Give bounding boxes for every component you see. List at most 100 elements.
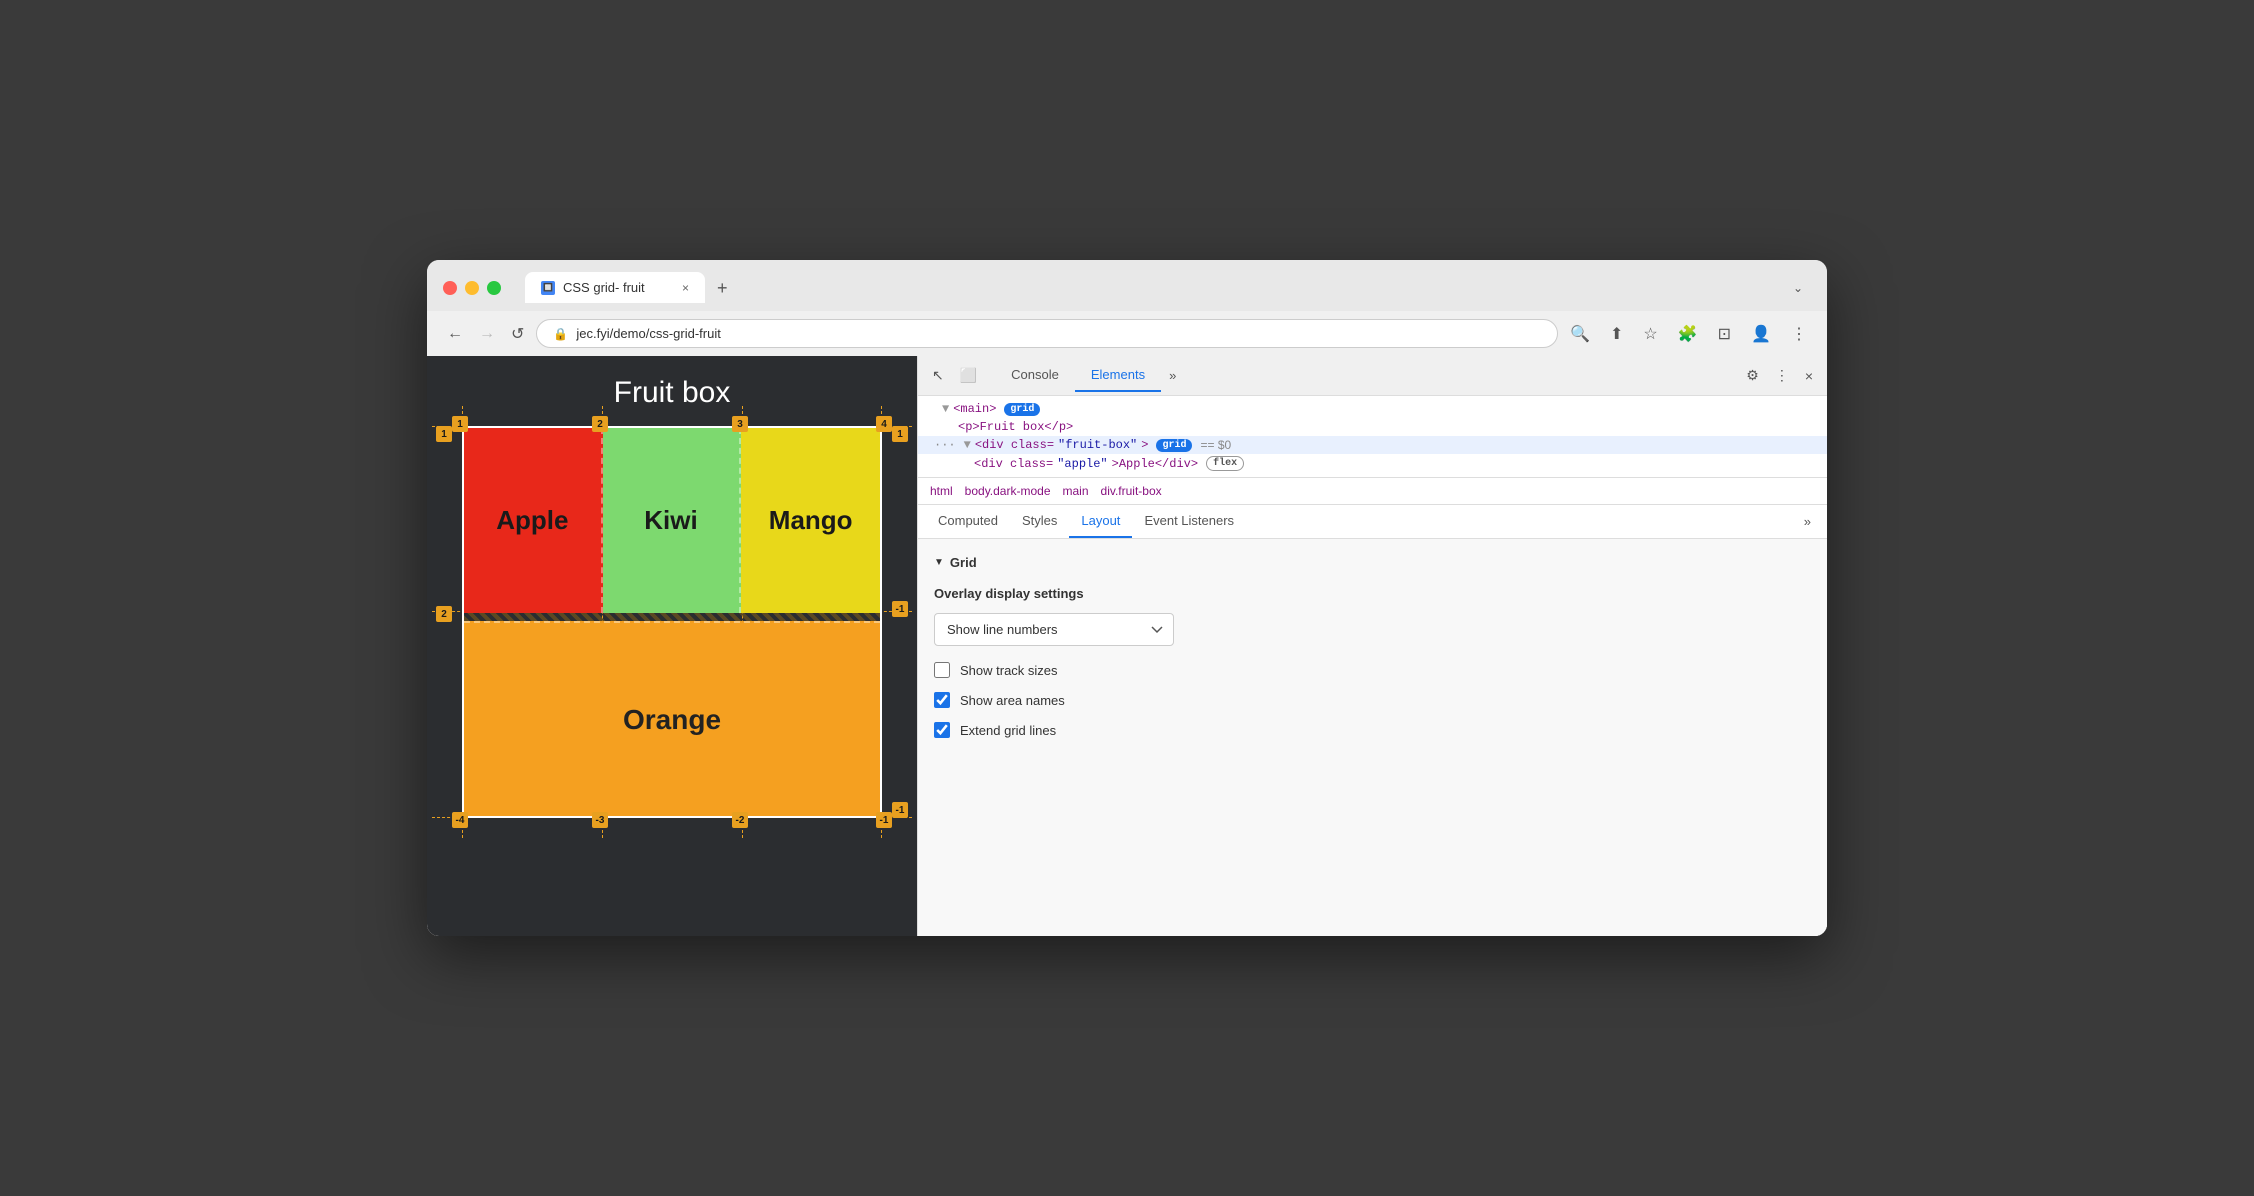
forward-button[interactable]: → bbox=[475, 321, 499, 347]
grid-num-n1-right-mid: -1 bbox=[892, 601, 908, 617]
inspect-element-button[interactable]: ↖ bbox=[926, 361, 950, 390]
apple-label: Apple bbox=[496, 505, 568, 536]
grid-num-1-right: 1 bbox=[892, 426, 908, 442]
orange-label: Orange bbox=[623, 704, 721, 736]
breadcrumb-bar: html body.dark-mode main div.fruit-box bbox=[918, 478, 1827, 505]
fruit-box-grid-badge[interactable]: grid bbox=[1156, 439, 1192, 452]
element-p[interactable]: <p>Fruit box</p> bbox=[918, 418, 1827, 436]
grid-num-n2-bottom: -2 bbox=[732, 812, 748, 828]
main-tag: <main> bbox=[953, 402, 996, 416]
show-track-sizes-row[interactable]: Show track sizes bbox=[934, 662, 1811, 678]
bookmark-button[interactable]: ☆ bbox=[1639, 320, 1661, 348]
computed-tab-label: Computed bbox=[938, 513, 998, 528]
address-text: jec.fyi/demo/css-grid-fruit bbox=[576, 326, 1541, 341]
main-grid-badge[interactable]: grid bbox=[1004, 403, 1040, 416]
address-input[interactable]: 🔒 jec.fyi/demo/css-grid-fruit bbox=[536, 319, 1558, 348]
tab-close-button[interactable]: × bbox=[682, 281, 689, 295]
line-numbers-dropdown[interactable]: Show line numbers Show line names Hide bbox=[934, 613, 1174, 646]
tab-favicon: 🔲 bbox=[541, 281, 555, 295]
gap-hatch bbox=[464, 613, 880, 621]
extend-grid-lines-checkbox[interactable] bbox=[934, 722, 950, 738]
dropdown-row: Show line numbers Show line names Hide bbox=[934, 613, 1811, 646]
breadcrumb-main[interactable]: main bbox=[1059, 482, 1093, 500]
content-area: Fruit box Apple bbox=[427, 356, 1827, 936]
devtools-close-button[interactable]: × bbox=[1799, 362, 1819, 390]
elements-tab-label: Elements bbox=[1091, 367, 1145, 382]
elements-tab[interactable]: Elements bbox=[1075, 359, 1161, 392]
computed-tab[interactable]: Computed bbox=[926, 505, 1010, 538]
browser-window: 🔲 CSS grid- fruit × + ⌄ ← → ↺ 🔒 jec.fyi/… bbox=[427, 260, 1827, 936]
styles-tab[interactable]: Styles bbox=[1010, 505, 1069, 538]
grid-section-header[interactable]: ▼ Grid bbox=[934, 555, 1811, 570]
dots-indicator: ··· bbox=[934, 438, 956, 452]
cast-button[interactable]: ⊡ bbox=[1714, 320, 1735, 348]
layout-panel: ▼ Grid Overlay display settings Show lin… bbox=[918, 539, 1827, 936]
minimize-button[interactable] bbox=[465, 281, 479, 295]
layout-tab[interactable]: Layout bbox=[1069, 505, 1132, 538]
refresh-button[interactable]: ↺ bbox=[507, 320, 528, 348]
element-main[interactable]: ▼ <main> grid bbox=[918, 400, 1827, 418]
element-div-fruitbox[interactable]: ··· ▼ <div class="fruit-box"> grid == $0 bbox=[918, 436, 1827, 454]
div-fruit-box-class-val: "fruit-box" bbox=[1058, 438, 1137, 452]
div-fruit-box-tag: <div class= bbox=[975, 438, 1054, 452]
apple-flex-badge[interactable]: flex bbox=[1206, 456, 1244, 471]
apple-cell: Apple bbox=[464, 428, 603, 613]
fruit-grid: Apple Kiwi Mango Orange bbox=[462, 426, 882, 818]
zoom-button[interactable]: 🔍 bbox=[1566, 320, 1594, 348]
back-button[interactable]: ← bbox=[443, 321, 467, 347]
elements-panel: ▼ <main> grid <p>Fruit box</p> ··· ▼ <di… bbox=[918, 396, 1827, 478]
show-track-sizes-label: Show track sizes bbox=[960, 663, 1058, 678]
breadcrumb-body[interactable]: body.dark-mode bbox=[961, 482, 1055, 500]
new-tab-button[interactable]: + bbox=[709, 274, 736, 303]
div-apple-class-val: "apple" bbox=[1057, 457, 1107, 471]
profile-button[interactable]: 👤 bbox=[1747, 320, 1775, 348]
devtools-tabs: Console Elements » bbox=[987, 359, 1736, 392]
lock-icon: 🔒 bbox=[553, 327, 568, 341]
title-bar: 🔲 CSS grid- fruit × + ⌄ bbox=[427, 260, 1827, 311]
grid-num-1-top: 1 bbox=[452, 416, 468, 432]
mango-label: Mango bbox=[769, 505, 853, 536]
device-mode-button[interactable]: ⬜ bbox=[954, 361, 983, 390]
extensions-button[interactable]: 🧩 bbox=[1674, 320, 1702, 348]
dollar-zero-indicator: == $0 bbox=[1200, 438, 1231, 452]
show-area-names-row[interactable]: Show area names bbox=[934, 692, 1811, 708]
tab-title: CSS grid- fruit bbox=[563, 280, 645, 295]
grid-row-top: Apple Kiwi Mango bbox=[464, 428, 880, 613]
extend-grid-lines-row[interactable]: Extend grid lines bbox=[934, 722, 1811, 738]
element-div-apple[interactable]: <div class="apple">Apple</div> flex bbox=[918, 454, 1827, 473]
close-button[interactable] bbox=[443, 281, 457, 295]
event-listeners-tab-label: Event Listeners bbox=[1144, 513, 1234, 528]
more-options-button[interactable]: ⋮ bbox=[1769, 361, 1795, 390]
section-arrow-icon: ▼ bbox=[934, 557, 944, 568]
show-track-sizes-checkbox[interactable] bbox=[934, 662, 950, 678]
grid-num-2-top: 2 bbox=[592, 416, 608, 432]
grid-section-title: Grid bbox=[950, 555, 977, 570]
tab-bar: 🔲 CSS grid- fruit × + ⌄ bbox=[525, 272, 1811, 303]
grid-num-1-left: 1 bbox=[436, 426, 452, 442]
active-tab[interactable]: 🔲 CSS grid- fruit × bbox=[525, 272, 705, 303]
layout-tab-label: Layout bbox=[1081, 513, 1120, 528]
page-preview: Fruit box Apple bbox=[427, 356, 917, 936]
tab-overflow-chevron[interactable]: ⌄ bbox=[1785, 273, 1811, 303]
panel-tabs: Computed Styles Layout Event Listeners » bbox=[918, 505, 1827, 539]
title-bar-top: 🔲 CSS grid- fruit × + ⌄ bbox=[443, 272, 1811, 303]
share-button[interactable]: ⬆ bbox=[1606, 320, 1627, 348]
more-panel-tabs-button[interactable]: » bbox=[1796, 506, 1819, 537]
more-tabs-button[interactable]: » bbox=[1161, 360, 1184, 391]
breadcrumb-divfruitbox[interactable]: div.fruit-box bbox=[1097, 482, 1166, 500]
maximize-button[interactable] bbox=[487, 281, 501, 295]
settings-button[interactable]: ⚙ bbox=[1740, 361, 1765, 390]
console-tab[interactable]: Console bbox=[995, 359, 1075, 392]
event-listeners-tab[interactable]: Event Listeners bbox=[1132, 505, 1246, 538]
window-controls bbox=[443, 281, 501, 295]
preview-inner: Fruit box Apple bbox=[427, 356, 917, 850]
div-fruit-box-close: > bbox=[1141, 438, 1148, 452]
menu-button[interactable]: ⋮ bbox=[1787, 320, 1811, 348]
grid-num-2-left: 2 bbox=[436, 606, 452, 622]
breadcrumb-html[interactable]: html bbox=[926, 482, 957, 500]
show-area-names-checkbox[interactable] bbox=[934, 692, 950, 708]
overlay-settings-title: Overlay display settings bbox=[934, 586, 1811, 601]
mango-cell: Mango bbox=[741, 428, 880, 613]
kiwi-label: Kiwi bbox=[644, 505, 697, 536]
address-bar: ← → ↺ 🔒 jec.fyi/demo/css-grid-fruit 🔍 ⬆ … bbox=[427, 311, 1827, 356]
